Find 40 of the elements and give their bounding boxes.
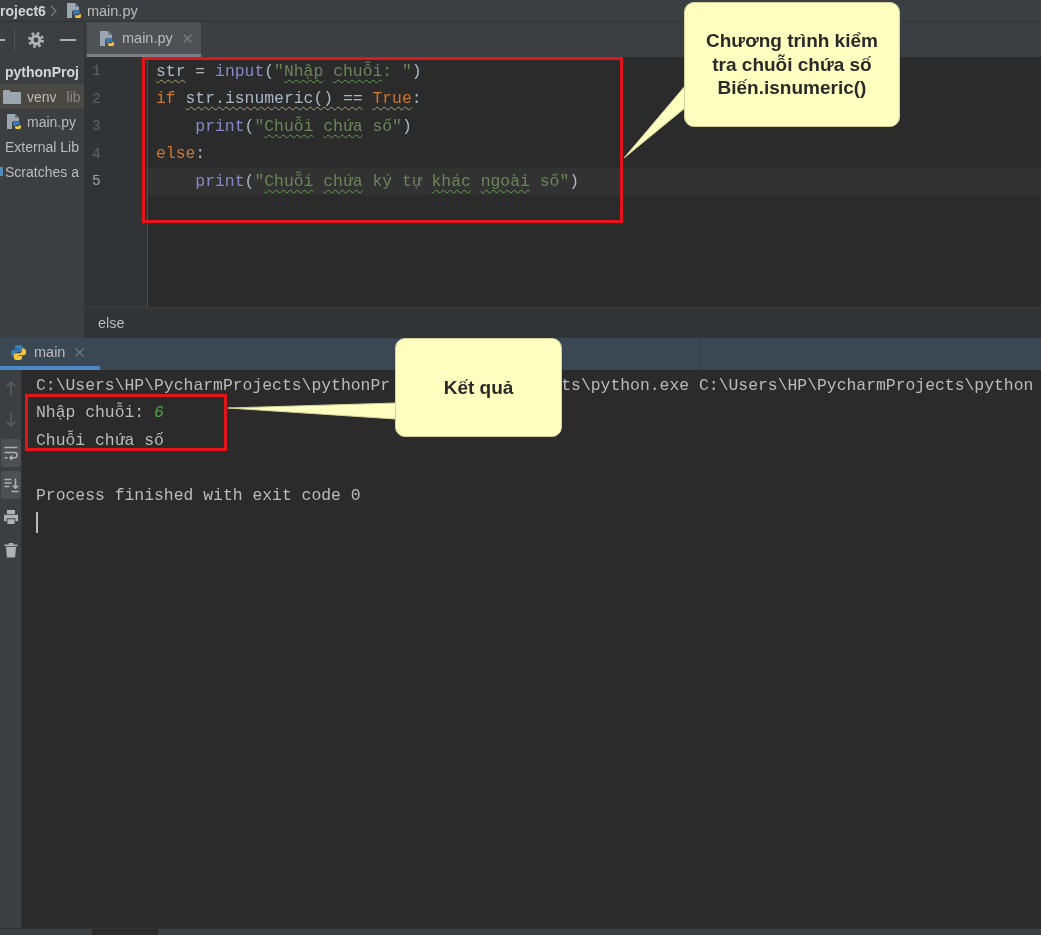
tree-item[interactable]: main.py	[0, 109, 84, 134]
minus-icon[interactable]	[60, 38, 76, 41]
printer-icon	[2, 509, 19, 526]
code-line: if str.isnumeric() == True:	[156, 88, 422, 110]
breadcrumb-item[interactable]: else	[98, 315, 125, 331]
arrow-to-bottom-icon	[2, 477, 19, 494]
tree-item[interactable]: venv lib	[0, 84, 84, 109]
settings-icon[interactable]	[28, 31, 44, 48]
trash-icon	[2, 541, 19, 558]
console-line: Chuỗi chứa số	[36, 429, 164, 452]
callout: Kết quả	[395, 338, 562, 437]
python-file-icon	[99, 29, 115, 47]
folder-icon	[3, 89, 21, 104]
editor-tab[interactable]: main.py	[87, 22, 201, 57]
scroll-to-end-button[interactable]	[0, 471, 21, 500]
code-line: print("Chuỗi chứa ký tự khác ngoài số")	[194, 170, 580, 193]
tree-item[interactable]: Scratches a	[0, 159, 84, 184]
console-text: ts\python.exe C:\Users\HP\PycharmProjects\python	[561, 374, 1034, 397]
tree-item[interactable]: pythonProj	[0, 59, 84, 84]
code-line: str = input("Nhập chuỗi: ")	[156, 60, 422, 83]
python-file-icon	[6, 113, 22, 130]
console-line: Process finished with exit code 0	[36, 484, 361, 507]
console-line: Nhập chuỗi: 6	[36, 401, 164, 424]
python-file-icon	[65, 2, 82, 19]
soft-wrap-button[interactable]	[0, 438, 21, 467]
tree-item-note: lib	[66, 88, 81, 105]
dash-icon[interactable]	[0, 38, 5, 41]
line-number: 5	[92, 173, 101, 190]
python-logo-icon	[10, 343, 27, 361]
chevron-icon	[49, 4, 57, 17]
wrap-arrow-icon	[2, 444, 19, 461]
console-text: C:\Users\HP\PycharmProjects\pythonPr	[36, 374, 391, 397]
text-cursor	[36, 512, 38, 534]
tree-item[interactable]: External Lib	[0, 134, 84, 159]
code-line: print("Chuỗi chứa số")	[194, 115, 412, 138]
breadcrumb-item[interactable]: main.py	[86, 2, 138, 19]
breadcrumb-item[interactable]: roject6	[0, 2, 46, 19]
code-line: else:	[156, 143, 206, 165]
callout: Chương trình kiểm tra chuỗi chứa số Biến.isnumeric()	[684, 2, 900, 127]
scratches-icon	[0, 167, 3, 176]
